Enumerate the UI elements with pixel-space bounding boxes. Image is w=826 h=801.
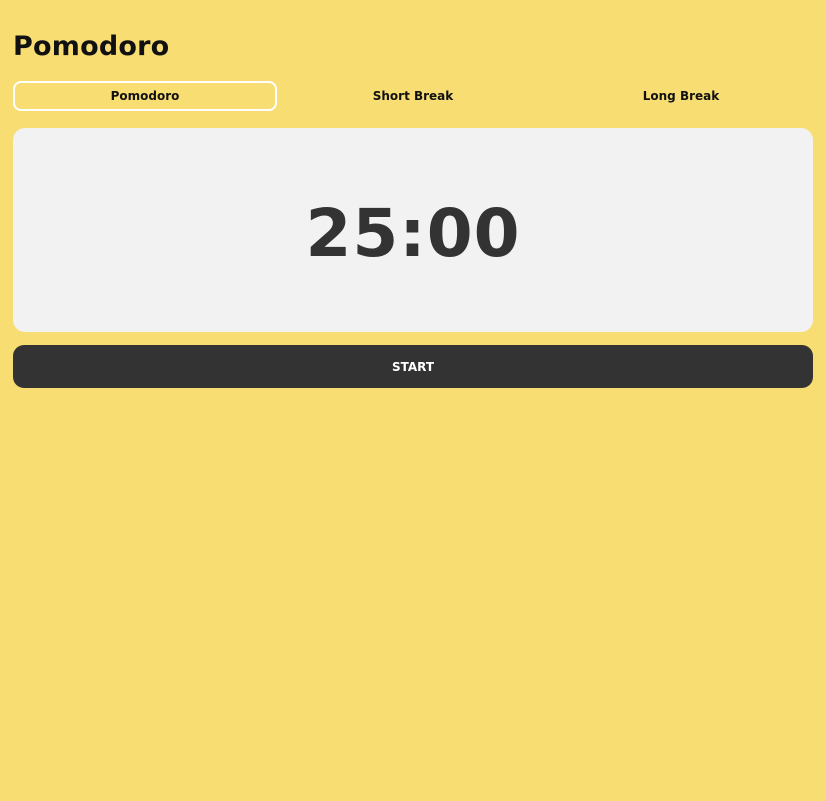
start-button[interactable]: START	[13, 345, 813, 388]
tab-pomodoro[interactable]: Pomodoro	[13, 81, 277, 111]
page-title: Pomodoro	[13, 31, 170, 62]
timer-display: 25:00	[305, 194, 521, 272]
mode-tabs: Pomodoro Short Break Long Break	[13, 81, 813, 111]
tab-long-break[interactable]: Long Break	[549, 81, 813, 111]
tab-short-break[interactable]: Short Break	[281, 81, 545, 111]
timer-card: 25:00	[13, 128, 813, 332]
